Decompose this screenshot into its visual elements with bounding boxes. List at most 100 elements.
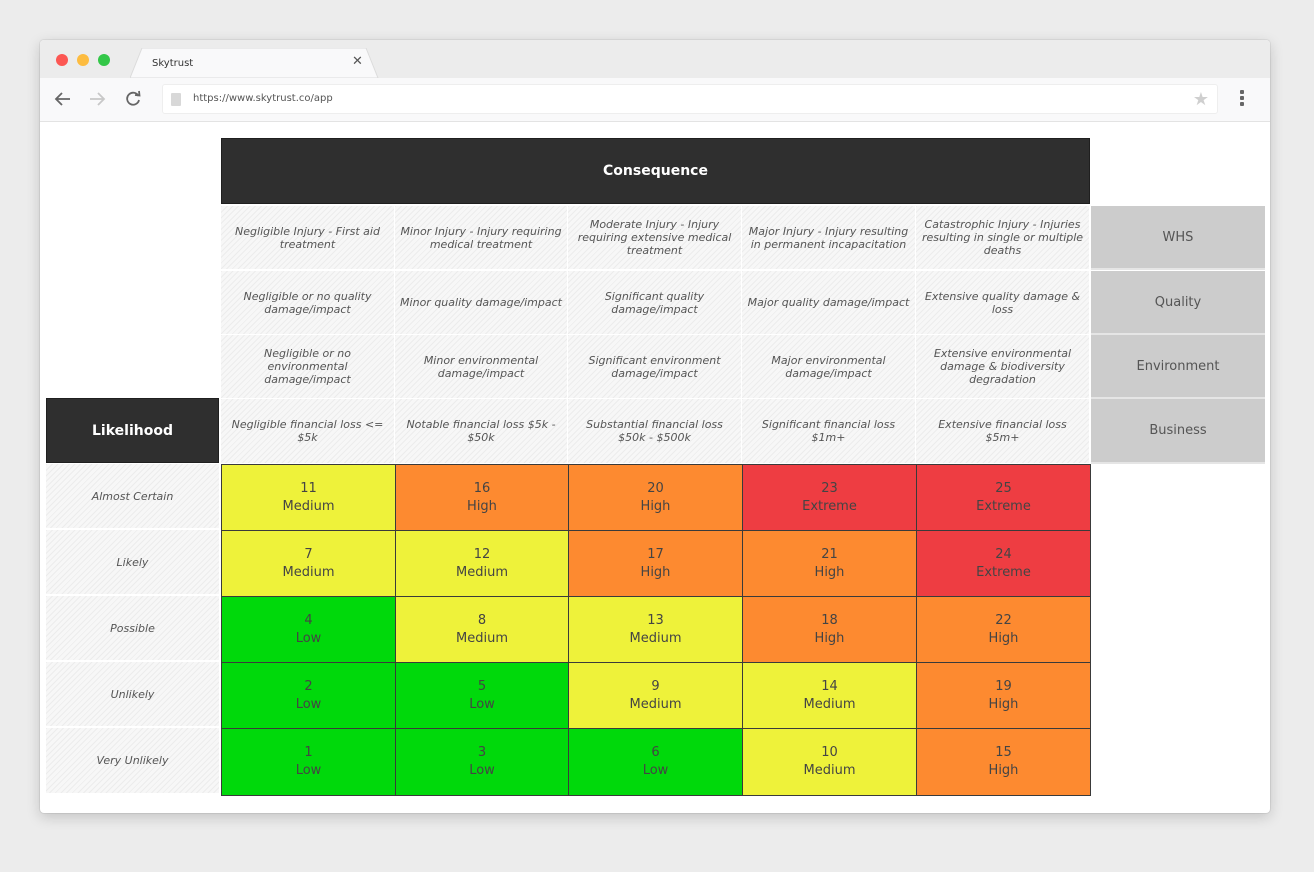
consequence-descriptor: Extensive environmental damage & biodive… (916, 335, 1090, 399)
risk-cell[interactable]: 14 Medium (742, 662, 917, 729)
risk-cell[interactable]: 22 High (916, 596, 1091, 663)
consequence-descriptor: Minor environmental damage/impact (395, 335, 568, 399)
browser-window: Skytrust ✕ https://www.skytrust.co/app ★… (40, 40, 1270, 813)
risk-cell[interactable]: 16 High (395, 464, 569, 531)
consequence-descriptor: Negligible financial loss <= $5k (221, 399, 395, 464)
risk-level: Low (295, 763, 322, 778)
forward-arrow-icon[interactable] (86, 88, 108, 110)
risk-cell[interactable]: 3 Low (395, 728, 569, 796)
risk-cell[interactable]: 6 Low (568, 728, 743, 796)
risk-score: 24 (995, 546, 1012, 562)
close-window-button[interactable] (56, 54, 68, 66)
consequence-descriptor: Catastrophic Injury - Injuries resulting… (916, 206, 1090, 270)
risk-cell[interactable]: 25 Extreme (916, 464, 1091, 531)
likelihood-label: Very Unlikely (46, 728, 219, 795)
risk-cell[interactable]: 19 High (916, 662, 1091, 729)
close-tab-icon[interactable]: ✕ (352, 54, 363, 69)
risk-score: 13 (647, 612, 664, 628)
risk-cell[interactable]: 9 Medium (568, 662, 743, 729)
back-arrow-icon[interactable] (52, 88, 74, 110)
risk-level: Extreme (802, 498, 857, 514)
reload-icon[interactable] (122, 88, 144, 110)
risk-score: 22 (995, 612, 1012, 628)
risk-level: Extreme (976, 498, 1031, 514)
minimize-window-button[interactable] (77, 54, 89, 66)
tab-skytrust[interactable]: Skytrust ✕ (130, 48, 380, 78)
risk-cell[interactable]: 24 Extreme (916, 530, 1091, 597)
risk-score: 4 (304, 612, 313, 628)
consequence-descriptor: Negligible Injury - First aid treatment (221, 206, 395, 270)
consequence-descriptor: Minor Injury - Injury requiring medical … (395, 206, 568, 270)
consequence-descriptor: Major quality damage/impact (742, 271, 916, 335)
risk-level: Low (295, 630, 322, 646)
risk-score: 7 (304, 546, 313, 562)
risk-level: Medium (803, 763, 856, 778)
risk-cell[interactable]: 12 Medium (395, 530, 569, 597)
risk-level: Low (469, 763, 495, 778)
risk-cell[interactable]: 23 Extreme (742, 464, 917, 531)
risk-score: 14 (821, 678, 838, 694)
risk-score: 21 (821, 546, 838, 562)
risk-cell[interactable]: 13 Medium (568, 596, 743, 663)
risk-cell[interactable]: 1 Low (221, 728, 396, 796)
risk-cell[interactable]: 5 Low (395, 662, 569, 729)
likelihood-label: Likely (46, 530, 219, 596)
category-label-whs: WHS (1091, 206, 1265, 270)
risk-cell[interactable]: 7 Medium (221, 530, 396, 597)
risk-cell[interactable]: 20 High (568, 464, 743, 531)
consequence-descriptor: Moderate Injury - Injury requiring exten… (568, 206, 742, 270)
risk-level: Medium (629, 696, 682, 712)
consequence-descriptor: Substantial financial loss $50k - $500k (568, 399, 742, 464)
risk-score: 11 (300, 480, 317, 496)
risk-cell[interactable]: 11 Medium (221, 464, 396, 531)
risk-score: 2 (304, 678, 313, 694)
risk-level: Low (642, 763, 669, 778)
risk-level: High (814, 630, 845, 646)
risk-level: High (467, 498, 497, 514)
risk-score: 15 (995, 745, 1012, 760)
risk-score: 17 (647, 546, 664, 562)
maximize-window-button[interactable] (98, 54, 110, 66)
risk-score: 10 (821, 745, 838, 760)
consequence-descriptor: Negligible or no environmental damage/im… (221, 335, 395, 399)
risk-cell[interactable]: 4 Low (221, 596, 396, 663)
category-label-quality: Quality (1091, 271, 1265, 335)
consequence-descriptor: Significant quality damage/impact (568, 271, 742, 335)
risk-cell[interactable]: 21 High (742, 530, 917, 597)
tab-title: Skytrust (152, 58, 194, 69)
risk-score: 12 (473, 546, 491, 562)
risk-level: Medium (456, 564, 508, 580)
likelihood-label: Possible (46, 596, 219, 662)
risk-score: 19 (995, 678, 1012, 694)
risk-score: 18 (821, 612, 838, 628)
risk-cell[interactable]: 17 High (568, 530, 743, 597)
consequence-descriptor: Notable financial loss $5k - $50k (395, 399, 568, 464)
risk-cell[interactable]: 8 Medium (395, 596, 569, 663)
address-bar[interactable]: https://www.skytrust.co/app ★ (162, 84, 1218, 114)
risk-score: 16 (473, 480, 491, 496)
risk-score: 5 (477, 678, 487, 694)
consequence-descriptor: Significant financial loss $1m+ (742, 399, 916, 464)
risk-level: High (640, 564, 671, 580)
risk-level: High (988, 763, 1019, 778)
bookmark-star-icon[interactable]: ★ (1193, 89, 1209, 110)
risk-score: 9 (651, 678, 660, 694)
consequence-header: Consequence (221, 138, 1090, 204)
risk-cell[interactable]: 2 Low (221, 662, 396, 729)
risk-cell[interactable]: 18 High (742, 596, 917, 663)
risk-level: Medium (282, 564, 335, 580)
risk-score: 8 (477, 612, 487, 628)
consequence-descriptor: Extensive quality damage & loss (916, 271, 1090, 335)
page-icon (171, 93, 181, 106)
likelihood-label: Almost Certain (46, 464, 219, 530)
risk-level: High (988, 630, 1019, 646)
risk-score: 3 (477, 745, 487, 760)
url-text[interactable]: https://www.skytrust.co/app (193, 93, 333, 104)
risk-level: Medium (282, 498, 335, 514)
risk-level: Medium (629, 630, 682, 646)
browser-menu-icon[interactable] (1237, 90, 1247, 110)
risk-matrix: Consequence Likelihood Negligible Injury… (40, 122, 1270, 813)
risk-cell[interactable]: 10 Medium (742, 728, 917, 796)
risk-level: Medium (456, 630, 508, 646)
risk-cell[interactable]: 15 High (916, 728, 1091, 796)
